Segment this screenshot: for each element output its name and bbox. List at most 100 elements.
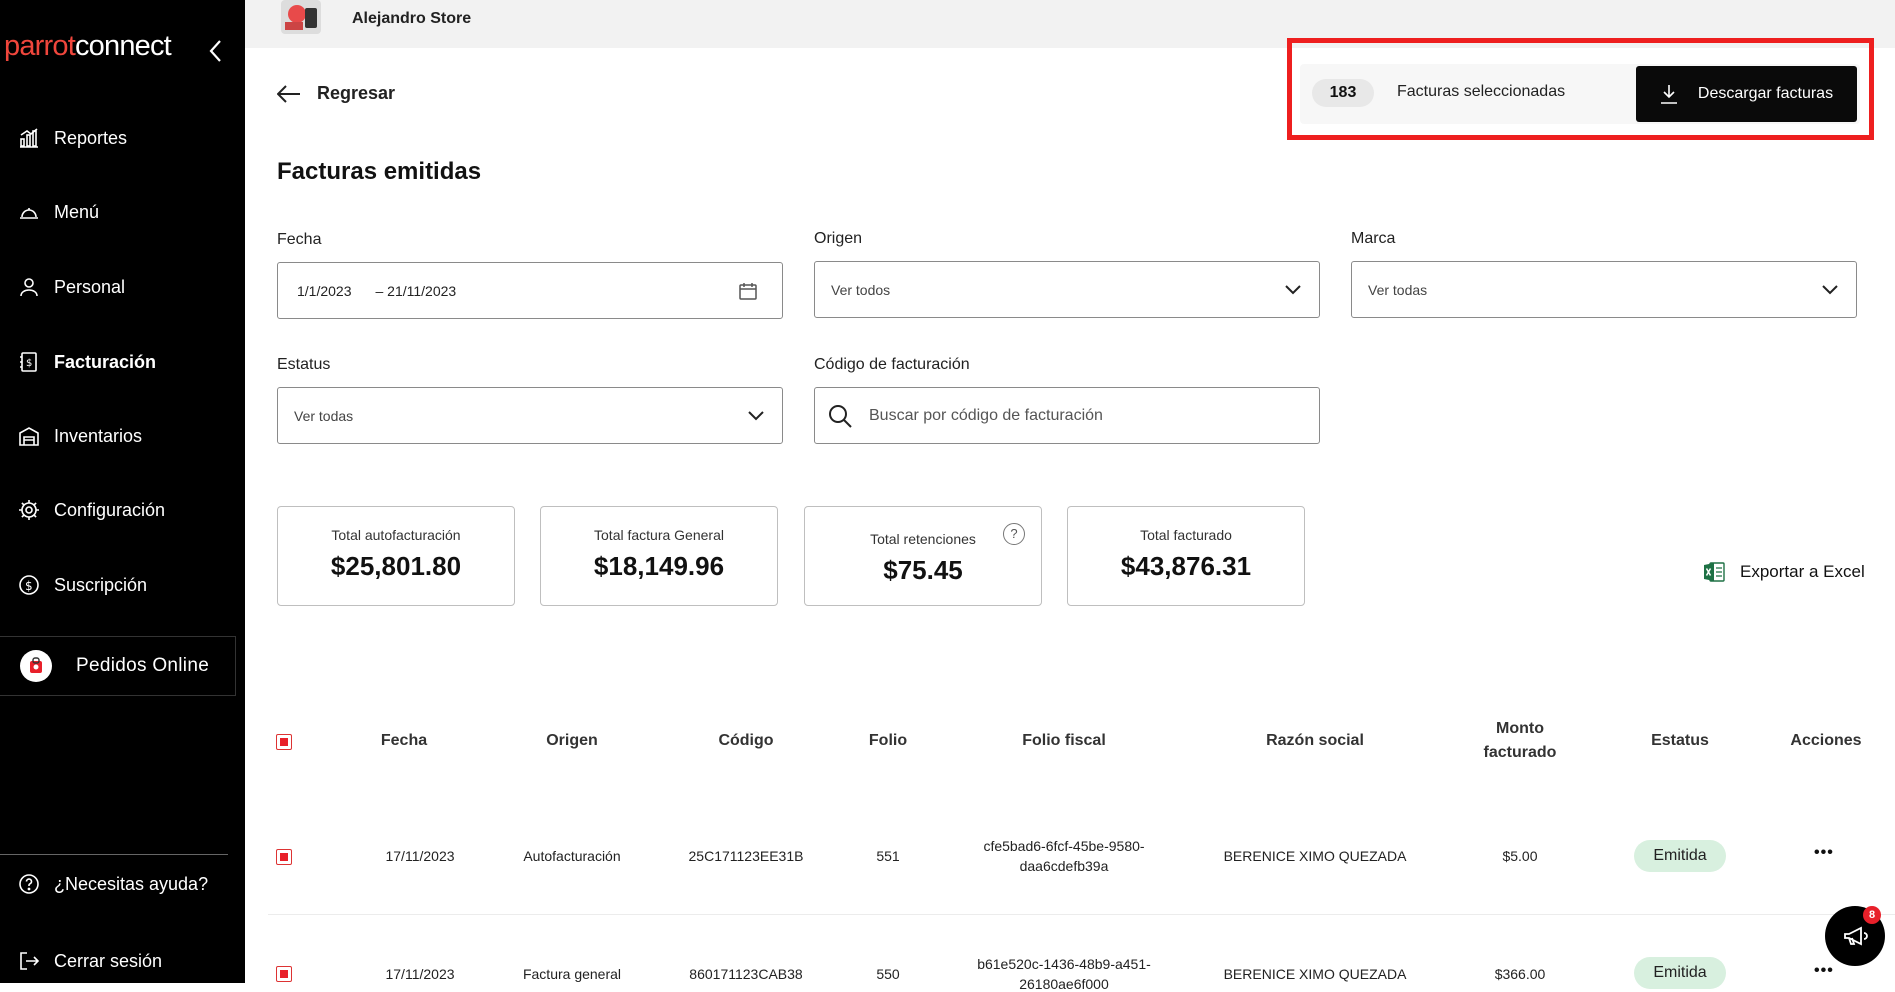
sidebar-item-facturacion[interactable]: $ Facturación (0, 340, 245, 384)
date-from[interactable]: 1/1/2023 (278, 283, 352, 299)
cell-monto: $366.00 (1494, 966, 1546, 982)
total-factura-general-card: Total factura General $18,149.96 (540, 506, 778, 606)
card-title: Total autofacturación (331, 527, 461, 543)
sidebar-item-reportes[interactable]: Reportes (0, 116, 245, 160)
date-to[interactable]: – 21/11/2023 (352, 283, 739, 299)
warehouse-icon (0, 424, 54, 448)
billing-code-search[interactable]: Buscar por código de facturación (814, 387, 1320, 444)
sidebar-item-inventarios[interactable]: Inventarios (0, 414, 245, 458)
column-header-folio-fiscal[interactable]: Folio fiscal (1004, 732, 1124, 750)
row-divider (268, 914, 1895, 915)
sidebar-item-configuracion[interactable]: Configuración (0, 488, 245, 532)
store-avatar[interactable] (275, 0, 327, 38)
sidebar-divider (0, 854, 228, 855)
sidebar-item-menu[interactable]: Menú (0, 190, 245, 234)
cell-folio-fiscal: daa6cdefb39a (1019, 858, 1109, 874)
column-header-fecha[interactable]: Fecha (362, 732, 446, 750)
sidebar-item-label: Facturación (54, 351, 157, 372)
more-actions-icon[interactable]: ••• (1814, 962, 1834, 980)
row-checkbox[interactable] (276, 966, 292, 982)
card-value: $75.45 (883, 555, 963, 585)
back-button[interactable]: Regresar (277, 83, 395, 104)
sidebar: parrotconnect Reportes Menú Personal $ F… (0, 0, 245, 983)
invoice-icon: $ (0, 350, 54, 374)
svg-text:$: $ (25, 579, 33, 593)
page-title: Facturas emitidas (277, 158, 482, 185)
code-filter-label: Código de facturación (814, 356, 970, 373)
excel-icon (1704, 562, 1725, 582)
pedidos-online-button[interactable]: Pedidos Online (0, 636, 236, 696)
date-filter-label: Fecha (277, 231, 322, 248)
calendar-icon[interactable] (738, 281, 758, 301)
total-autofacturacion-card: Total autofacturación $25,801.80 (277, 506, 515, 606)
gear-icon (0, 498, 54, 522)
sidebar-item-label: Personal (54, 276, 126, 297)
sidebar-item-label: Reportes (54, 127, 128, 148)
column-header-facturado[interactable]: facturado (1470, 744, 1570, 762)
total-facturado-card: Total facturado $43,876.31 (1067, 506, 1305, 606)
status-select-value: Ver todas (294, 407, 354, 424)
logo-part-connect: connect (74, 30, 172, 62)
search-icon (829, 404, 852, 428)
column-header-estatus[interactable]: Estatus (1630, 732, 1730, 750)
status-badge: Emitida (1634, 840, 1726, 872)
cell-razon-social: BERENICE XIMO QUEZADA (1223, 966, 1407, 982)
column-header-origen[interactable]: Origen (522, 732, 622, 750)
store-name[interactable]: Alejandro Store (352, 10, 471, 28)
arrow-left-icon (277, 84, 300, 103)
help-link[interactable]: ¿Necesitas ayuda? (0, 862, 245, 906)
cell-monto: $5.00 (1502, 848, 1538, 864)
column-header-razon-social[interactable]: Razón social (1240, 732, 1390, 750)
brand-select[interactable]: Ver todas (1351, 261, 1857, 318)
status-select[interactable]: Ver todas (277, 387, 783, 444)
export-excel-button[interactable]: Exportar a Excel (1702, 560, 1865, 584)
brand-select-value: Ver todas (1368, 281, 1428, 298)
help-icon[interactable]: ? (1003, 523, 1025, 545)
card-value: $43,876.31 (1120, 551, 1252, 581)
card-title: Total factura General (594, 527, 724, 543)
column-header-folio[interactable]: Folio (848, 732, 928, 750)
column-header-monto[interactable]: Monto (1470, 720, 1570, 738)
card-value: $18,149.96 (593, 551, 725, 581)
back-label: Regresar (317, 83, 396, 103)
origin-filter-label: Origen (814, 230, 863, 247)
cell-fecha: 17/11/2023 (385, 848, 455, 864)
sidebar-item-label: Suscripción (54, 574, 148, 595)
card-value: $25,801.80 (330, 551, 462, 581)
sidebar-item-label: Inventarios (54, 425, 143, 446)
question-circle-icon (0, 872, 54, 896)
card-title: Total facturado (1140, 527, 1232, 543)
row-checkbox[interactable] (276, 849, 292, 865)
chevron-down-icon (1822, 284, 1838, 294)
logout-label: Cerrar sesión (54, 950, 163, 971)
total-retenciones-card: Total retenciones $75.45 ? (804, 506, 1042, 606)
column-header-acciones: Acciones (1790, 732, 1862, 749)
chart-bar-icon (0, 126, 54, 150)
logo-part-parrot: parrot (4, 30, 76, 62)
highlight-box (1287, 38, 1874, 140)
status-filter-label: Estatus (277, 356, 331, 373)
date-range-field[interactable]: 1/1/2023 – 21/11/2023 (277, 262, 783, 319)
more-actions-icon[interactable]: ••• (1814, 844, 1834, 862)
cell-folio: 551 (876, 848, 900, 864)
cloche-icon (0, 200, 54, 224)
origin-select-value: Ver todos (831, 281, 891, 298)
column-header-codigo[interactable]: Código (696, 732, 796, 750)
origin-select[interactable]: Ver todos (814, 261, 1320, 318)
select-all-checkbox[interactable] (276, 734, 292, 750)
megaphone-icon (1844, 926, 1868, 946)
billing-code-placeholder: Buscar por código de facturación (869, 406, 1103, 424)
sidebar-item-personal[interactable]: Personal (0, 265, 245, 309)
collapse-sidebar-button[interactable] (205, 38, 227, 64)
brand-filter-label: Marca (1351, 230, 1396, 247)
svg-text:$: $ (26, 358, 32, 369)
parrot-connect-logo[interactable]: parrotconnect (4, 30, 172, 63)
store-bag-icon (20, 650, 52, 682)
sidebar-item-suscripcion[interactable]: $ Suscripción (0, 563, 245, 607)
cell-folio-fiscal: 26180ae6f000 (1019, 976, 1109, 992)
status-badge: Emitida (1634, 957, 1726, 989)
sidebar-item-label: Configuración (54, 499, 166, 520)
logout-link[interactable]: Cerrar sesión (0, 939, 245, 983)
help-label: ¿Necesitas ayuda? (54, 873, 209, 894)
cell-folio-fiscal: b61e520c-1436-48b9-a451- (977, 956, 1151, 972)
